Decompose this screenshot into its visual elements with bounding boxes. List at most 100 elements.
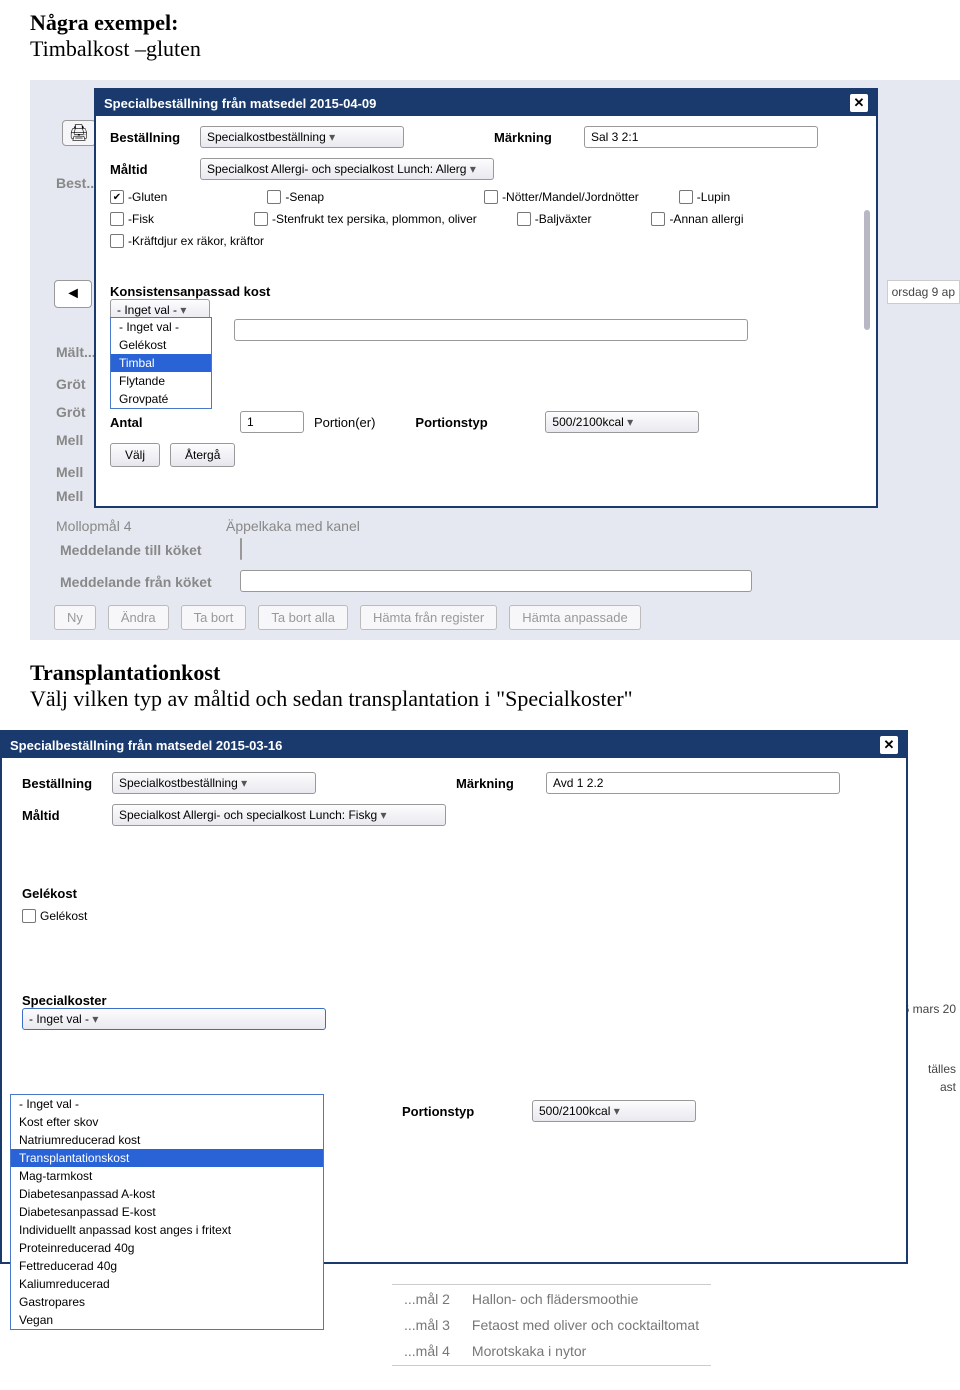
konsist-opt-2[interactable]: Timbal xyxy=(111,354,211,372)
bg-meal4-label: Mollopmål 4 xyxy=(56,518,131,534)
special-opt-0[interactable]: - Inget val - xyxy=(11,1095,323,1113)
special-opt-3[interactable]: Transplantationskost xyxy=(11,1149,323,1167)
bg-button-row: Ny Ändra Ta bort Ta bort alla Hämta från… xyxy=(54,605,641,630)
bg-from-kitchen-label: Meddelande från köket xyxy=(60,574,212,590)
modal2-bestallning-label: Beställning xyxy=(22,776,102,791)
bg-btn-andra[interactable]: Ändra xyxy=(108,605,169,630)
cb-annan-allergi[interactable]: -Annan allergi xyxy=(651,212,743,226)
bg-to-kitchen-input[interactable] xyxy=(240,538,242,560)
screenshot-1-area: 🖨 Best... ◄ Mält... Gröt Gröt Mell Mell … xyxy=(30,80,960,640)
modal1-title: Specialbeställning från matsedel 2015-04… xyxy=(104,96,376,111)
cb-gluten[interactable]: ✔-Gluten xyxy=(110,190,167,204)
bg-btn-hamtaanpassade[interactable]: Hämta anpassade xyxy=(509,605,641,630)
back-arrow-button[interactable]: ◄ xyxy=(54,280,92,308)
modal1-scrollbar[interactable] xyxy=(864,210,870,330)
cb-notter[interactable]: -Nötter/Mandel/Jordnötter xyxy=(484,190,639,204)
modal1-free-text[interactable] xyxy=(234,319,748,341)
bg-row-mell3: Mell xyxy=(56,488,83,504)
special-opt-10[interactable]: Kaliumreducerad xyxy=(11,1275,323,1293)
modal1-konsistens-label: Konsistensanpassad kost xyxy=(110,284,862,299)
modal1-antal-label: Antal xyxy=(110,415,150,430)
modal1-antal-input[interactable]: 1 xyxy=(240,411,304,433)
modal1-ptyp-select[interactable]: 500/2100kcal xyxy=(545,411,699,433)
modal1-markning-input[interactable]: Sal 3 2:1 xyxy=(584,126,818,148)
modal1-aterga-button[interactable]: Återgå xyxy=(170,443,235,467)
modal2-ptyp-label: Portionstyp xyxy=(402,1104,482,1119)
cb-baljvaxter[interactable]: -Baljväxter xyxy=(517,212,592,226)
cb-lupin[interactable]: -Lupin xyxy=(679,190,730,204)
cb-gelekost[interactable]: Gelékost xyxy=(22,909,886,923)
page-heading: Några exempel: xyxy=(30,10,960,36)
konsist-opt-4[interactable]: Grovpaté xyxy=(111,390,211,408)
modal1-maltid-select[interactable]: Specialkost Allergi- och specialkost Lun… xyxy=(200,158,494,180)
special-opt-7[interactable]: Individuellt anpassad kost anges i frite… xyxy=(11,1221,323,1239)
modal2-maltid-select[interactable]: Specialkost Allergi- och specialkost Lun… xyxy=(112,804,446,826)
screenshot-2-area: 16 mars 20 tälles ast ...mål 2Hallon- oc… xyxy=(0,730,960,1390)
special-opt-2[interactable]: Natriumreducerad kost xyxy=(11,1131,323,1149)
example-2-desc: Välj vilken typ av måltid och sedan tran… xyxy=(30,686,960,712)
modal1-checkbox-row-3: -Kräftdjur ex räkor, kräftor xyxy=(110,234,862,248)
modal2-specialkoster-label: Specialkoster xyxy=(22,993,886,1008)
modal2-specialkoster-dropdown[interactable]: - Inget val - Kost efter skov Natriumred… xyxy=(10,1094,324,1330)
bg-meal4-val: Äppelkaka med kanel xyxy=(226,518,360,534)
modal2-markning-label: Märkning xyxy=(456,776,536,791)
modal1-close-icon[interactable]: ✕ xyxy=(850,94,868,112)
bg-row-mell1: Mell xyxy=(56,432,83,448)
example-2-title: Transplantationkost xyxy=(30,660,960,686)
table-row: ...mål 4Morotskaka i nytor xyxy=(394,1339,709,1363)
modal2-specialkoster-select[interactable]: - Inget val - xyxy=(22,1008,326,1030)
bg-btn-ny[interactable]: Ny xyxy=(54,605,96,630)
bg2-right-stalls1: tälles xyxy=(924,1060,960,1078)
cb-kraftdjur[interactable]: -Kräftdjur ex räkor, kräftor xyxy=(110,234,264,248)
modal1-ptyp-label: Portionstyp xyxy=(415,415,495,430)
cb-senap[interactable]: -Senap xyxy=(267,190,324,204)
modal1-maltid-label: Måltid xyxy=(110,162,190,177)
modal2-maltid-label: Måltid xyxy=(22,808,102,823)
special-opt-9[interactable]: Fettreducerad 40g xyxy=(11,1257,323,1275)
bg-btn-tabortalla[interactable]: Ta bort alla xyxy=(258,605,348,630)
konsist-opt-0[interactable]: - Inget val - xyxy=(111,318,211,336)
modal1-portion-unit: Portion(er) xyxy=(314,415,375,430)
table-row: ...mål 2Hallon- och flädersmoothie xyxy=(394,1287,709,1311)
konsist-opt-3[interactable]: Flytande xyxy=(111,372,211,390)
bg-row-grot1: Gröt xyxy=(56,376,86,392)
cb-stenfrukt[interactable]: -Stenfrukt tex persika, plommon, oliver xyxy=(254,212,477,226)
bg-from-kitchen-input[interactable] xyxy=(240,570,752,592)
special-opt-8[interactable]: Proteinreducerad 40g xyxy=(11,1239,323,1257)
bg-right-date: orsdag 9 ap xyxy=(887,280,960,304)
special-opt-6[interactable]: Diabetesanpassad E-kost xyxy=(11,1203,323,1221)
special-opt-12[interactable]: Vegan xyxy=(11,1311,323,1329)
bg-to-kitchen-label: Meddelande till köket xyxy=(60,542,202,558)
modal1-valj-button[interactable]: Välj xyxy=(110,443,160,467)
bg-row-malt: Mält... xyxy=(56,344,96,360)
bg2-right-stalls2: ast xyxy=(936,1078,960,1096)
modal-specialbestallning-1: Specialbeställning från matsedel 2015-04… xyxy=(94,88,878,508)
bg-label-best: Best... xyxy=(56,175,98,191)
special-opt-4[interactable]: Mag-tarmkost xyxy=(11,1167,323,1185)
modal2-markning-input[interactable]: Avd 1 2.2 xyxy=(546,772,840,794)
modal2-ptyp-select[interactable]: 500/2100kcal xyxy=(532,1100,696,1122)
special-opt-1[interactable]: Kost efter skov xyxy=(11,1113,323,1131)
modal1-checkbox-row-1: ✔-Gluten -Senap -Nötter/Mandel/Jordnötte… xyxy=(110,190,862,204)
modal1-bestallning-select[interactable]: Specialkostbeställning xyxy=(200,126,404,148)
cb-fisk[interactable]: -Fisk xyxy=(110,212,154,226)
special-opt-11[interactable]: Gastropares xyxy=(11,1293,323,1311)
modal1-checkbox-row-2: -Fisk -Stenfrukt tex persika, plommon, o… xyxy=(110,212,862,226)
bg-btn-hamtaregister[interactable]: Hämta från register xyxy=(360,605,497,630)
modal2-bestallning-select[interactable]: Specialkostbeställning xyxy=(112,772,316,794)
bg2-meal-table: ...mål 2Hallon- och flädersmoothie ...må… xyxy=(392,1284,711,1366)
bg-row-grot2: Gröt xyxy=(56,404,86,420)
konsist-opt-1[interactable]: Gelékost xyxy=(111,336,211,354)
print-icon[interactable]: 🖨 xyxy=(62,120,96,146)
table-row: ...mål 3Fetaost med oliver och cocktailt… xyxy=(394,1313,709,1337)
bg-btn-tabort[interactable]: Ta bort xyxy=(181,605,247,630)
modal2-title: Specialbeställning från matsedel 2015-03… xyxy=(10,738,282,753)
special-opt-5[interactable]: Diabetesanpassad A-kost xyxy=(11,1185,323,1203)
bg-row-mell2: Mell xyxy=(56,464,83,480)
example-1-title: Timbalkost –gluten xyxy=(30,36,960,62)
modal1-konsistens-dropdown[interactable]: - Inget val - Gelékost Timbal Flytande G… xyxy=(110,317,212,409)
modal1-markning-label: Märkning xyxy=(494,130,574,145)
modal2-gelekost-section: Gelékost xyxy=(22,886,886,901)
modal1-bestallning-label: Beställning xyxy=(110,130,190,145)
modal2-close-icon[interactable]: ✕ xyxy=(880,736,898,754)
